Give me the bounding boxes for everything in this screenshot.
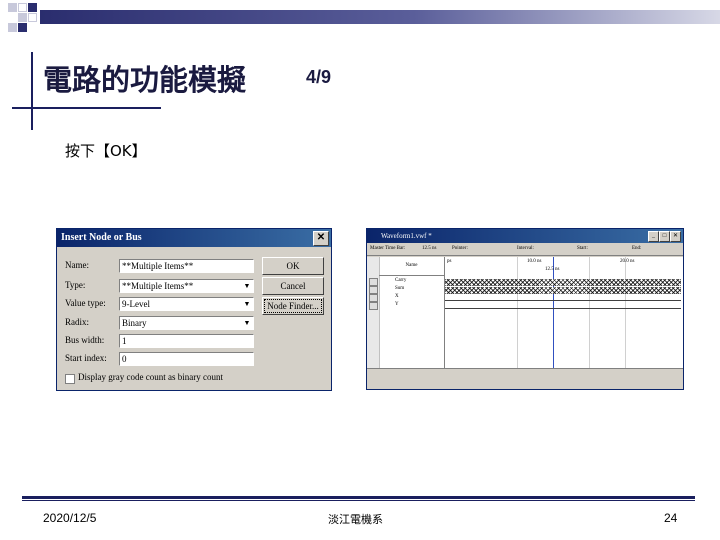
dialog-title-bar: Insert Node or Bus ✕ [57, 229, 331, 247]
field-label: Name: [65, 260, 89, 270]
footer-date: 2020/12/5 [43, 511, 97, 525]
dialog-title: Insert Node or Bus [61, 232, 142, 243]
waveform-title-bar: Waveform1.vwf * _ □ ✕ [367, 229, 683, 243]
output-pin-icon [369, 286, 378, 294]
footer-rule [22, 496, 695, 499]
ok-button[interactable]: OK [262, 257, 324, 275]
master-time-label: Master Time Bar: [370, 246, 406, 251]
field-label: Start index: [65, 353, 107, 363]
maximize-icon[interactable]: □ [659, 231, 670, 242]
page-number: 24 [664, 511, 678, 525]
field-label: Radix: [65, 317, 89, 327]
chevron-down-icon[interactable]: ▼ [242, 281, 252, 291]
waveform-toolbar: Master Time Bar: 12.5 ns Pointer: Interv… [367, 243, 683, 256]
field-label: Type: [65, 280, 86, 290]
input-pin-icon [369, 302, 378, 310]
waveform-display[interactable]: ps 10.0 ns 20.0 ns 12.5 ns Name Carry Su… [367, 257, 683, 379]
cancel-button[interactable]: Cancel [262, 277, 324, 295]
deco-square [18, 23, 27, 32]
select-field[interactable]: Binary ▼ [119, 316, 254, 330]
gray-code-checkbox[interactable] [65, 374, 75, 384]
name-scrollbar[interactable] [367, 368, 444, 379]
input-pin-icon [369, 294, 378, 302]
signal-waveform [445, 279, 681, 286]
signal-waveform [445, 287, 681, 294]
time-mark: ps [447, 259, 452, 264]
instruction-text: 按下【OK】 [65, 142, 147, 160]
interval-label: Interval: [517, 246, 534, 251]
deco-square [28, 3, 37, 12]
field-label: Value type: [65, 298, 106, 308]
signal-name[interactable]: Carry [395, 278, 406, 283]
node-finder-button[interactable]: Node Finder... [262, 297, 324, 315]
signal-waveform [445, 300, 681, 301]
output-pin-icon [369, 278, 378, 286]
name-column-header: Name [379, 257, 444, 276]
field-value: 1 [122, 336, 127, 346]
signal-name[interactable]: Sum [395, 286, 404, 291]
deco-square [8, 3, 17, 12]
signal-name[interactable]: X [395, 294, 399, 299]
close-icon[interactable]: ✕ [313, 231, 329, 246]
text-field[interactable]: **Multiple Items** [119, 259, 254, 273]
deco-square [28, 13, 37, 22]
minimize-icon[interactable]: _ [648, 231, 659, 242]
field-value: **Multiple Items** [122, 281, 194, 291]
chevron-down-icon[interactable]: ▼ [242, 299, 252, 309]
master-time-value[interactable]: 12.5 ns [422, 243, 436, 255]
waveform-title: Waveform1.vwf * [381, 232, 432, 240]
field-value: **Multiple Items** [122, 261, 194, 271]
field-value: 0 [122, 354, 127, 364]
header-gradient-bar [40, 10, 720, 24]
master-time-marker: 12.5 ns [545, 267, 560, 272]
page-title: 電路的功能模擬 [43, 63, 247, 97]
deco-square [8, 23, 17, 32]
field-label: Bus width: [65, 335, 105, 345]
title-vertical-rule [31, 52, 33, 130]
page-indicator: 4/9 [306, 67, 332, 87]
footer-rule [22, 500, 695, 501]
time-mark: 20.0 ns [620, 259, 635, 264]
field-value: 9-Level [122, 299, 150, 309]
signal-name-column: Name Carry Sum X Y [367, 257, 445, 379]
time-mark: 10.0 ns [527, 259, 542, 264]
select-field[interactable]: **Multiple Items** ▼ [119, 279, 254, 293]
deco-square [18, 13, 27, 22]
field-value: Binary [122, 318, 147, 328]
deco-square [18, 3, 27, 12]
insert-node-dialog: Insert Node or Bus ✕ Name: **Multiple Ite… [56, 228, 332, 391]
waveform-window: Waveform1.vwf * _ □ ✕ Master Time Bar: 1… [366, 228, 684, 390]
footer-org: 淡江電機系 [328, 513, 383, 526]
chevron-down-icon[interactable]: ▼ [242, 318, 252, 328]
signal-waveform [445, 308, 681, 309]
waveform-scrollbar[interactable] [444, 368, 683, 379]
text-field[interactable]: 1 [119, 334, 254, 348]
select-field[interactable]: 9-Level ▼ [119, 297, 254, 311]
signal-name[interactable]: Y [395, 302, 399, 307]
end-label: End: [632, 246, 642, 251]
gray-code-checkbox-label: Display gray code count as binary count [78, 372, 223, 382]
start-label: Start: [577, 246, 588, 251]
text-field[interactable]: 0 [119, 352, 254, 366]
pointer-label: Pointer: [452, 246, 468, 251]
close-icon[interactable]: ✕ [670, 231, 681, 242]
title-horizontal-rule [12, 107, 161, 109]
